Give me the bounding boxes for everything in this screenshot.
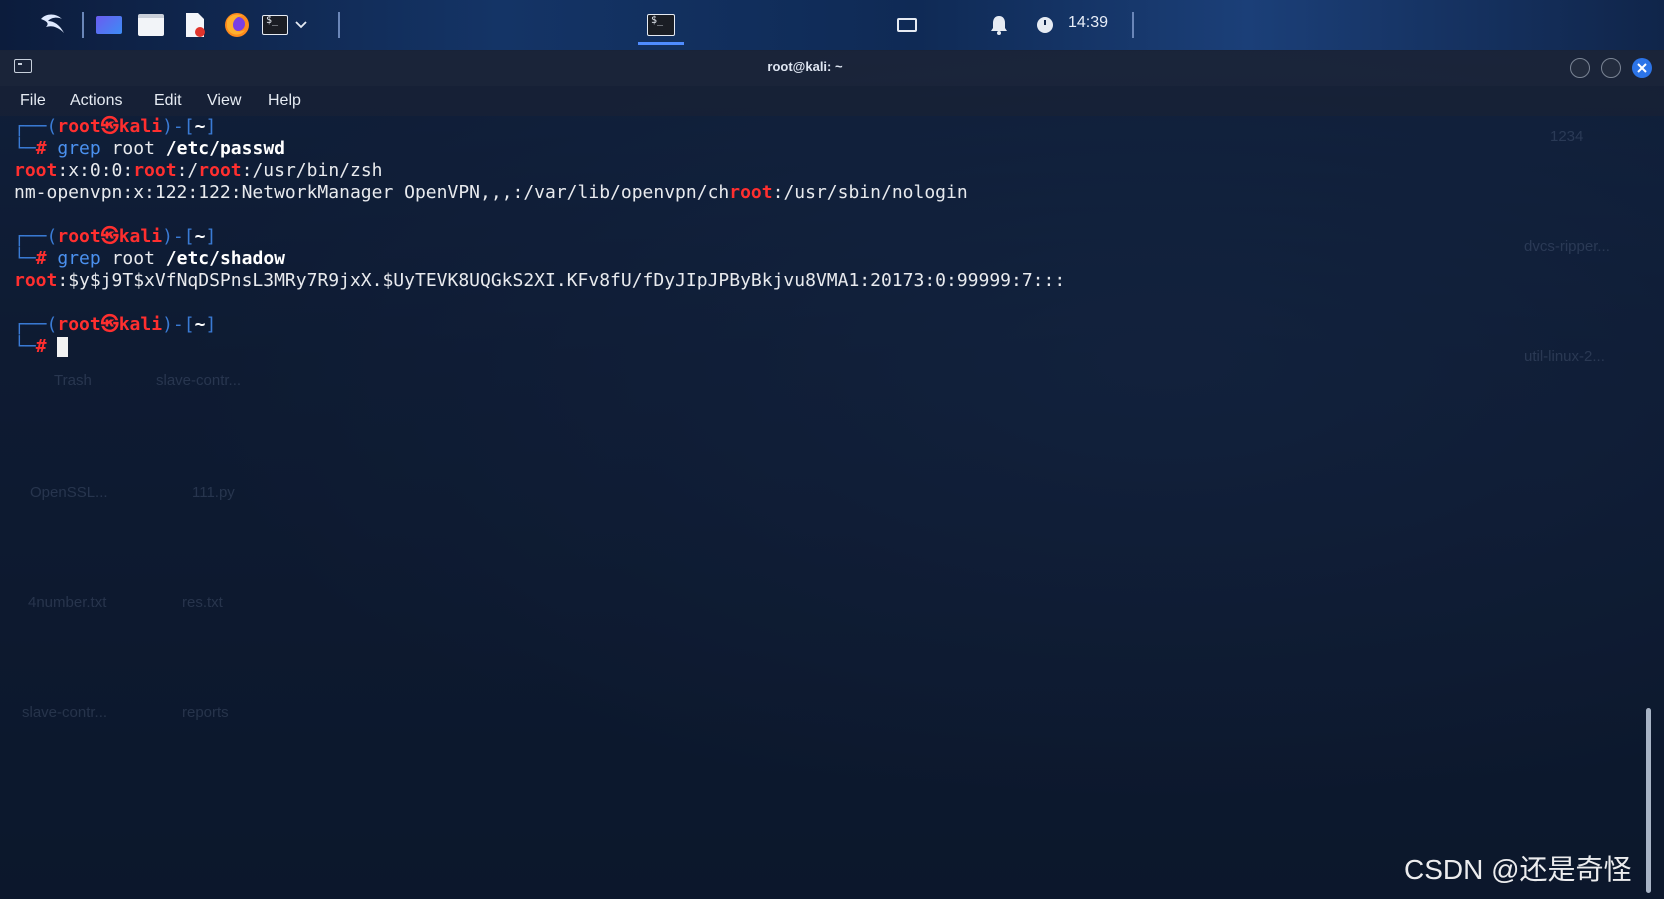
prompt-mid: )-[ [162,116,195,137]
terminal-icon[interactable]: $_ [260,10,290,40]
power-icon[interactable] [1030,10,1060,40]
prompt-at: ㉿ [100,116,119,137]
prompt-mid: )-[ [162,226,195,247]
command-arg: /etc/passwd [165,138,285,159]
match-highlight: root [133,160,177,181]
prompt-user: root [57,226,101,247]
terminal-window: Trash slave-contr... OpenSSL... 111.py 4… [0,50,1664,899]
match-highlight: root [14,270,58,291]
output-line: root:x:0:0:root:/root:/usr/bin/zsh [14,160,383,182]
watermark: CSDN @还是奇怪 [1404,854,1632,885]
prompt-dir: ~ [194,116,206,137]
command-line: └─# grep root /etc/passwd [14,138,285,160]
prompt-host: kali [118,116,163,137]
output-line: root:$y$j9T$xVfNqDSPnsL3MRy7R9jxX.$UyTEV… [14,270,1065,292]
close-button[interactable] [1632,58,1652,78]
close-icon [1637,63,1647,73]
file-manager-icon[interactable] [136,10,166,40]
prompt-corner: └─ [14,138,36,159]
output-text: :$y$j9T$xVfNqDSPnsL3MRy7R9jxX.$UyTEVK8UQ… [57,270,1066,291]
prompt-close: ] [205,116,217,137]
prompt-corner: └─ [14,336,36,357]
prompt-corner: ┌──( [14,314,58,335]
prompt-close: ] [205,226,217,247]
prompt-line-top: ┌──(root㉿kali)-[~] [14,226,216,248]
menu-bar: File Actions Edit View Help [0,86,1664,116]
command-name: grep [57,138,101,159]
text-cursor [57,337,69,357]
bell-icon[interactable] [984,10,1014,40]
desktop: $_ $_ 14:39 Trash slave-contr... OpenSSL… [0,0,1664,899]
title-bar[interactable]: root@kali: ~ [0,50,1664,86]
prompt-dir: ~ [194,226,206,247]
menu-actions[interactable]: Actions [70,92,122,110]
command-name: grep [57,248,101,269]
command-arg: root [111,138,155,159]
output-text: :x:0:0: [57,160,134,181]
firefox-icon[interactable] [222,10,252,40]
output-text: nm-openvpn:x:122:122:NetworkManager Open… [14,182,730,203]
prompt-corner: └─ [14,248,36,269]
prompt-at: ㉿ [100,226,119,247]
active-task-indicator [638,42,684,45]
minimize-button[interactable] [1570,58,1590,78]
menu-view[interactable]: View [207,92,241,110]
prompt-dir: ~ [194,314,206,335]
terminal-output[interactable]: ┌──(root㉿kali)-[~] └─# grep root /etc/pa… [0,116,1640,899]
workspace-icon[interactable] [94,10,124,40]
command-arg: root [111,248,155,269]
prompt-mid: )-[ [162,314,195,335]
kali-dragon-icon[interactable] [38,10,68,40]
match-highlight: root [198,160,242,181]
prompt-corner: ┌──( [14,226,58,247]
prompt-hash: # [35,336,47,357]
taskbar-separator [1132,12,1134,38]
active-terminal-icon[interactable]: $_ [646,10,676,40]
output-text: :/usr/bin/zsh [241,160,383,181]
window-title: root@kali: ~ [767,59,843,74]
output-text: :/usr/sbin/nologin [772,182,968,203]
taskbar-separator [338,12,340,38]
prompt-hash: # [35,248,47,269]
prompt-hash: # [35,138,47,159]
output-line: nm-openvpn:x:122:122:NetworkManager Open… [14,182,968,204]
display-icon[interactable] [892,10,922,40]
menu-help[interactable]: Help [268,92,301,110]
menu-edit[interactable]: Edit [154,92,182,110]
prompt-close: ] [205,314,217,335]
match-highlight: root [14,160,58,181]
prompt-host: kali [118,314,163,335]
prompt-at: ㉿ [100,314,119,335]
chevron-down-icon[interactable] [290,10,312,40]
prompt-line-top: ┌──(root㉿kali)-[~] [14,314,216,336]
command-arg: /etc/shadow [165,248,285,269]
clock[interactable]: 14:39 [1068,14,1108,32]
taskbar-separator [82,12,84,38]
output-text: :/ [176,160,199,181]
prompt-user: root [57,314,101,335]
scrollbar[interactable] [1646,708,1651,893]
prompt-corner: ┌──( [14,116,58,137]
taskbar: $_ $_ 14:39 [0,0,1664,51]
text-editor-icon[interactable] [180,10,210,40]
prompt-line-top: ┌──(root㉿kali)-[~] [14,116,216,138]
prompt-user: root [57,116,101,137]
command-line-current[interactable]: └─# [14,336,69,358]
prompt-host: kali [118,226,163,247]
menu-file[interactable]: File [20,92,46,110]
match-highlight: root [729,182,773,203]
maximize-button[interactable] [1601,58,1621,78]
command-line: └─# grep root /etc/shadow [14,248,285,270]
